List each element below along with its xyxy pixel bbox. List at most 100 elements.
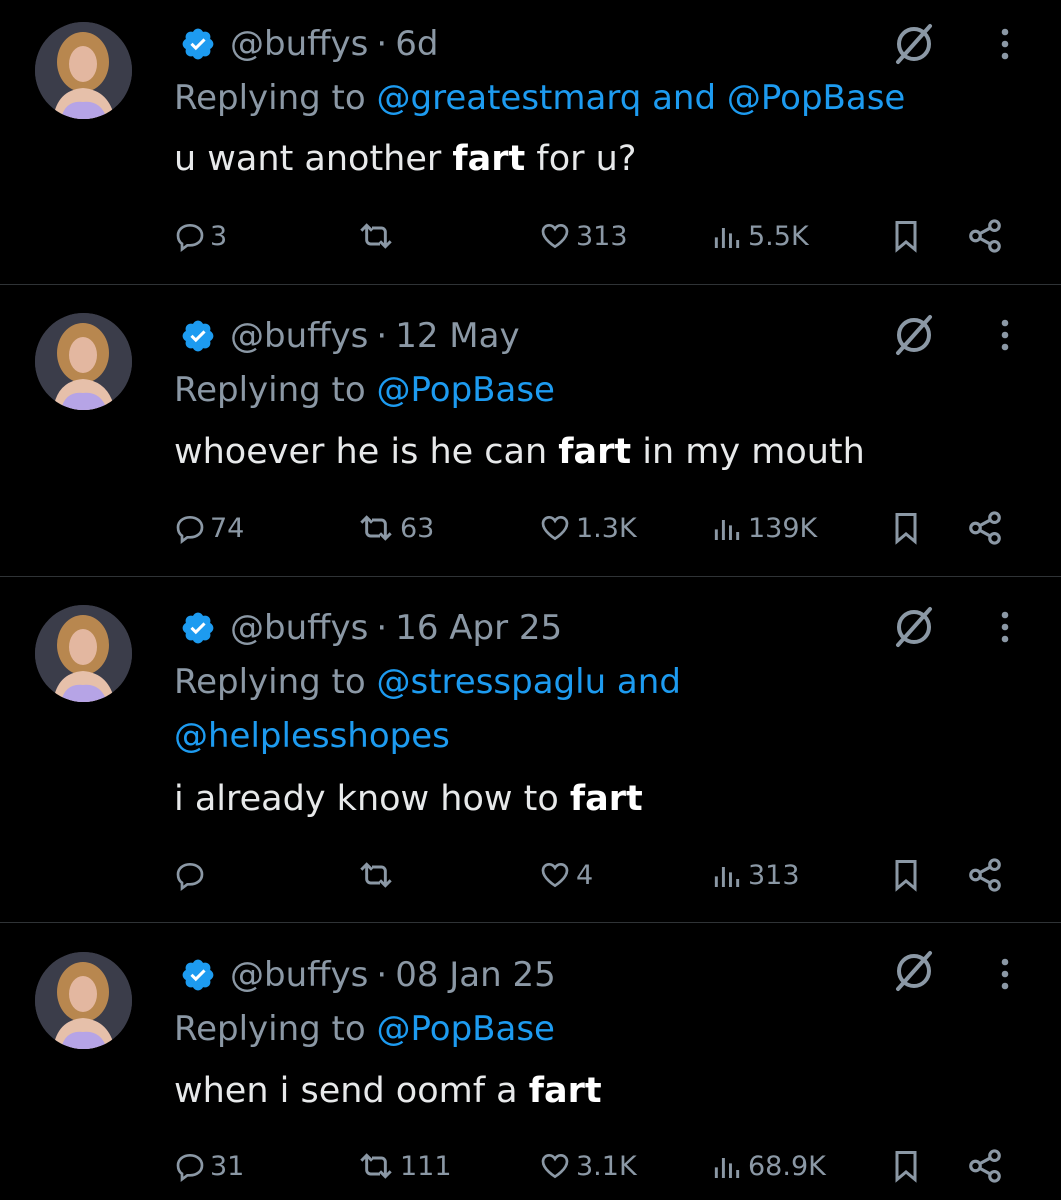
reply-button[interactable] [174, 853, 210, 897]
like-count: 1.3K [576, 512, 637, 544]
timestamp[interactable]: 6d [395, 24, 438, 64]
slash-circle-icon[interactable] [890, 603, 938, 651]
mention-link[interactable]: @stresspaglu [377, 662, 607, 702]
views-icon [714, 228, 740, 248]
more-vertical-icon[interactable] [993, 20, 1017, 68]
action-bar: 74 63 1.3K 139K [0, 506, 1061, 550]
bookmark-button[interactable] [888, 506, 924, 550]
like-button[interactable]: 313 [538, 214, 628, 258]
highlight-word: fart [452, 139, 526, 179]
like-button[interactable]: 1.3K [538, 506, 637, 550]
retweet-button[interactable] [356, 214, 400, 258]
timestamp[interactable]: 12 May [395, 316, 519, 356]
views-button[interactable]: 5.5K [710, 214, 809, 258]
tweet[interactable]: @buffys · 08 Jan 25 Replying to @PopBase w… [0, 923, 1061, 1200]
author-handle[interactable]: @buffys [230, 955, 368, 995]
tweet-text: whoever he is he can fart in my mouth [174, 427, 865, 477]
tweet-text: when i send oomf a fart [174, 1066, 602, 1116]
separator-dot: · [376, 608, 388, 648]
retweet-button[interactable] [356, 853, 400, 897]
mention-link[interactable]: @PopBase [727, 78, 905, 118]
views-icon [714, 520, 740, 540]
action-bar: 31 111 3.1K 68.9K [0, 1144, 1061, 1188]
share-button[interactable] [966, 214, 1004, 258]
reply-count: 74 [210, 512, 245, 544]
bookmark-icon [895, 221, 917, 253]
bookmark-button[interactable] [888, 853, 924, 897]
more-vertical-icon[interactable] [993, 950, 1017, 998]
timestamp[interactable]: 08 Jan 25 [395, 955, 556, 995]
retweet-button[interactable]: 111 [356, 1144, 452, 1188]
mention-link[interactable]: @PopBase [377, 370, 555, 410]
more-vertical-icon[interactable] [993, 311, 1017, 359]
author-handle[interactable]: @buffys [230, 24, 368, 64]
reply-button[interactable]: 74 [174, 506, 244, 550]
share-button[interactable] [966, 506, 1004, 550]
reply-icon [176, 515, 204, 544]
avatar[interactable] [35, 313, 132, 410]
tweet-text: i already know how to fart [174, 774, 643, 824]
bookmark-icon [895, 1151, 917, 1183]
author-handle[interactable]: @buffys [230, 608, 368, 648]
views-button[interactable]: 313 [710, 853, 800, 897]
like-icon [541, 862, 569, 888]
tweet[interactable]: @buffys · 12 May Replying to @PopBase whoe… [0, 285, 1061, 576]
reply-button[interactable]: 3 [174, 214, 227, 258]
timestamp[interactable]: 16 Apr 25 [395, 608, 562, 648]
like-count: 4 [576, 859, 594, 891]
mention-link[interactable]: @PopBase [377, 1009, 555, 1049]
slash-circle-icon[interactable] [890, 947, 938, 995]
author-handle[interactable]: @buffys [230, 316, 368, 356]
bookmark-icon [895, 513, 917, 545]
text-part: when i send oomf a [174, 1071, 529, 1111]
tweet-header: @buffys · 08 Jan 25 [180, 951, 556, 999]
views-count: 139K [748, 512, 818, 544]
reply-icon [176, 1153, 204, 1182]
like-button[interactable]: 3.1K [538, 1144, 637, 1188]
tweet-header: @buffys · 16 Apr 25 [180, 604, 562, 652]
avatar[interactable] [35, 952, 132, 1049]
replying-to: Replying to @stresspaglu and [174, 658, 681, 706]
more-vertical-icon[interactable] [993, 603, 1017, 651]
mention-joiner: and [641, 78, 727, 118]
avatar[interactable] [35, 605, 132, 702]
avatar[interactable] [35, 22, 132, 119]
reply-count: 3 [210, 220, 228, 252]
bookmark-button[interactable] [888, 214, 924, 258]
retweet-icon [360, 223, 392, 249]
bookmark-button[interactable] [888, 1144, 924, 1188]
verified-badge-icon [180, 610, 216, 646]
mention-link[interactable]: @helplesshopes [174, 716, 450, 756]
highlight-word: fart [558, 432, 632, 472]
views-icon [714, 1158, 740, 1178]
text-part: whoever he is he can [174, 432, 559, 472]
share-icon [969, 1149, 1001, 1183]
views-button[interactable]: 68.9K [710, 1144, 826, 1188]
action-bar: 4 313 [0, 853, 1061, 897]
tweet-text: u want another fart for u? [174, 134, 636, 184]
mention-link[interactable]: @greatestmarq [377, 78, 642, 118]
slash-circle-icon[interactable] [890, 311, 938, 359]
share-button[interactable] [966, 1144, 1004, 1188]
share-button[interactable] [966, 853, 1004, 897]
tweet[interactable]: @buffys · 6d Replying to @greatestmarq and… [0, 0, 1061, 284]
retweet-count: 63 [400, 512, 435, 544]
slash-circle-icon[interactable] [890, 20, 938, 68]
tweet[interactable]: @buffys · 16 Apr 25 Replying to @stresspag… [0, 577, 1061, 922]
text-part: u want another [174, 139, 453, 179]
like-icon [541, 1153, 569, 1179]
text-part: i already know how to [174, 779, 570, 819]
retweet-button[interactable]: 63 [356, 506, 434, 550]
action-bar: 3 313 5.5K [0, 214, 1061, 258]
replying-prefix: Replying to [174, 370, 377, 410]
reply-button[interactable]: 31 [174, 1144, 244, 1188]
separator-dot: · [376, 316, 388, 356]
text-part: for u? [525, 139, 637, 179]
views-button[interactable]: 139K [710, 506, 817, 550]
share-icon [969, 858, 1001, 892]
retweet-icon [360, 862, 392, 888]
like-count: 3.1K [576, 1150, 637, 1182]
replying-to: Replying to @PopBase [174, 1005, 555, 1053]
like-button[interactable]: 4 [538, 853, 593, 897]
tweet-header: @buffys · 6d [180, 20, 438, 68]
